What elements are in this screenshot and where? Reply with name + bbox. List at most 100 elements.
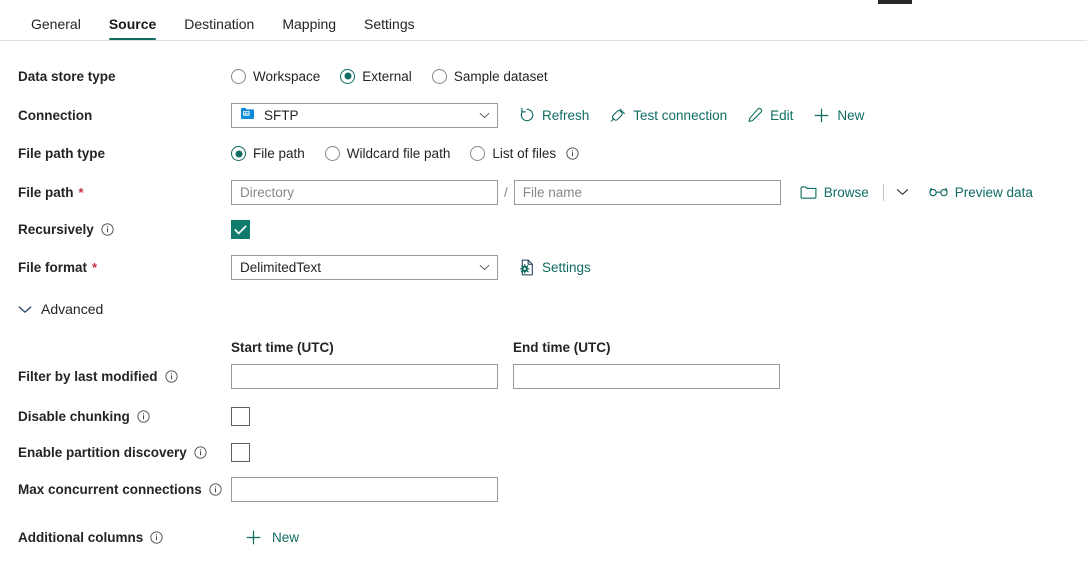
max-concurrent-connections-label: Max concurrent connections [18, 482, 231, 497]
info-icon[interactable] [165, 370, 178, 383]
browse-button[interactable]: Browse [800, 185, 869, 200]
plus-icon [813, 107, 830, 124]
tab-bar: General Source Destination Mapping Setti… [0, 0, 1087, 41]
enable-partition-discovery-field [231, 443, 250, 462]
advanced-section-toggle[interactable]: Advanced [0, 295, 1087, 323]
radio-wildcard-file-path-dot [325, 146, 340, 161]
file-path-type-radio-group: File path Wildcard file path List of fil… [231, 146, 579, 161]
tab-destination[interactable]: Destination [170, 17, 268, 40]
recursively-checkbox[interactable] [231, 220, 250, 239]
end-time-header: End time (UTC) [513, 340, 780, 355]
connection-value: SFTP [264, 108, 299, 123]
tab-source[interactable]: Source [95, 17, 170, 40]
row-enable-partition-discovery: Enable partition discovery [0, 434, 1087, 470]
refresh-icon [519, 107, 535, 123]
browse-dropdown-button[interactable] [896, 188, 909, 196]
radio-external-label: External [362, 69, 412, 84]
chevron-down-icon [896, 188, 909, 196]
disable-chunking-checkbox[interactable] [231, 407, 250, 426]
plus-icon [245, 529, 262, 546]
row-recursively: Recursively [0, 211, 1087, 248]
file-format-dropdown[interactable]: DelimitedText [231, 255, 498, 280]
directory-placeholder: Directory [240, 185, 294, 200]
test-connection-button[interactable]: Test connection [609, 107, 727, 123]
connection-field: SFTP Refresh [231, 103, 884, 128]
radio-workspace[interactable]: Workspace [231, 69, 320, 84]
file-gear-icon [519, 259, 535, 276]
info-icon[interactable] [566, 147, 579, 160]
file-path-field: Directory / File name Browse [231, 180, 1033, 205]
preview-data-label: Preview data [955, 185, 1033, 200]
radio-list-of-files-dot [470, 146, 485, 161]
path-separator: / [504, 185, 508, 200]
chevron-down-icon [18, 301, 32, 317]
pencil-icon [747, 107, 763, 123]
browse-divider [883, 184, 884, 201]
radio-workspace-dot [231, 69, 246, 84]
enable-partition-discovery-checkbox[interactable] [231, 443, 250, 462]
info-icon[interactable] [209, 483, 222, 496]
directory-input[interactable]: Directory [231, 180, 498, 205]
radio-wildcard-file-path-label: Wildcard file path [347, 146, 451, 161]
source-form: Data store type Workspace External Sampl… [0, 56, 1087, 557]
info-icon[interactable] [137, 410, 150, 423]
file-path-actions: Browse [800, 184, 1033, 201]
tab-general[interactable]: General [17, 17, 95, 40]
start-time-header: Start time (UTC) [231, 340, 498, 355]
test-connection-label: Test connection [633, 108, 727, 123]
radio-file-path-label: File path [253, 146, 305, 161]
row-filter-by-last-modified: Filter by last modified [0, 360, 1087, 392]
row-file-path: File path* Directory / File name Browse [0, 173, 1087, 211]
radio-external[interactable]: External [340, 69, 412, 84]
filter-by-last-modified-label: Filter by last modified [18, 369, 231, 384]
start-time-input[interactable] [231, 364, 498, 389]
max-concurrent-connections-field [231, 477, 498, 502]
tab-settings[interactable]: Settings [350, 17, 429, 40]
enable-partition-discovery-label: Enable partition discovery [18, 445, 231, 460]
info-icon[interactable] [194, 446, 207, 459]
radio-sample-dataset[interactable]: Sample dataset [432, 69, 548, 84]
radio-sample-dataset-dot [432, 69, 447, 84]
file-format-settings-button[interactable]: Settings [519, 259, 591, 276]
sftp-folder-icon [240, 107, 255, 123]
data-store-type-radio-group: Workspace External Sample dataset [231, 69, 548, 84]
end-time-input[interactable] [513, 364, 780, 389]
info-icon[interactable] [150, 531, 163, 544]
radio-workspace-label: Workspace [253, 69, 320, 84]
file-format-field: DelimitedText Settings [231, 255, 591, 280]
new-connection-button[interactable]: New [813, 107, 864, 124]
radio-sample-dataset-label: Sample dataset [454, 69, 548, 84]
clipped-top-element [878, 0, 912, 4]
radio-wildcard-file-path[interactable]: Wildcard file path [325, 146, 451, 161]
folder-icon [800, 185, 817, 200]
radio-external-dot [340, 69, 355, 84]
row-data-store-type: Data store type Workspace External Sampl… [0, 56, 1087, 96]
radio-list-of-files[interactable]: List of files [470, 146, 579, 161]
additional-columns-new-button[interactable]: New [245, 529, 299, 546]
chevron-down-icon [479, 112, 490, 119]
disable-chunking-label: Disable chunking [18, 409, 231, 424]
edit-button[interactable]: Edit [747, 107, 793, 123]
required-asterisk: * [79, 185, 84, 200]
file-path-label: File path* [18, 185, 231, 200]
required-asterisk: * [92, 260, 97, 275]
row-additional-columns: Additional columns New [0, 517, 1087, 557]
file-name-input[interactable]: File name [514, 180, 781, 205]
connection-label: Connection [18, 108, 231, 123]
info-icon[interactable] [101, 223, 114, 236]
preview-data-button[interactable]: Preview data [929, 185, 1033, 200]
tab-mapping[interactable]: Mapping [268, 17, 350, 40]
glasses-icon [929, 186, 948, 198]
connection-actions: Refresh Test connection [519, 107, 884, 124]
radio-file-path[interactable]: File path [231, 146, 305, 161]
additional-columns-new-label: New [272, 530, 299, 545]
row-max-concurrent-connections: Max concurrent connections [0, 470, 1087, 508]
refresh-button[interactable]: Refresh [519, 107, 589, 123]
edit-label: Edit [770, 108, 793, 123]
row-disable-chunking: Disable chunking [0, 398, 1087, 434]
row-file-format: File format* DelimitedText [0, 248, 1087, 286]
connection-dropdown[interactable]: SFTP [231, 103, 498, 128]
chevron-down-icon [479, 264, 490, 271]
refresh-label: Refresh [542, 108, 589, 123]
max-concurrent-connections-input[interactable] [231, 477, 498, 502]
